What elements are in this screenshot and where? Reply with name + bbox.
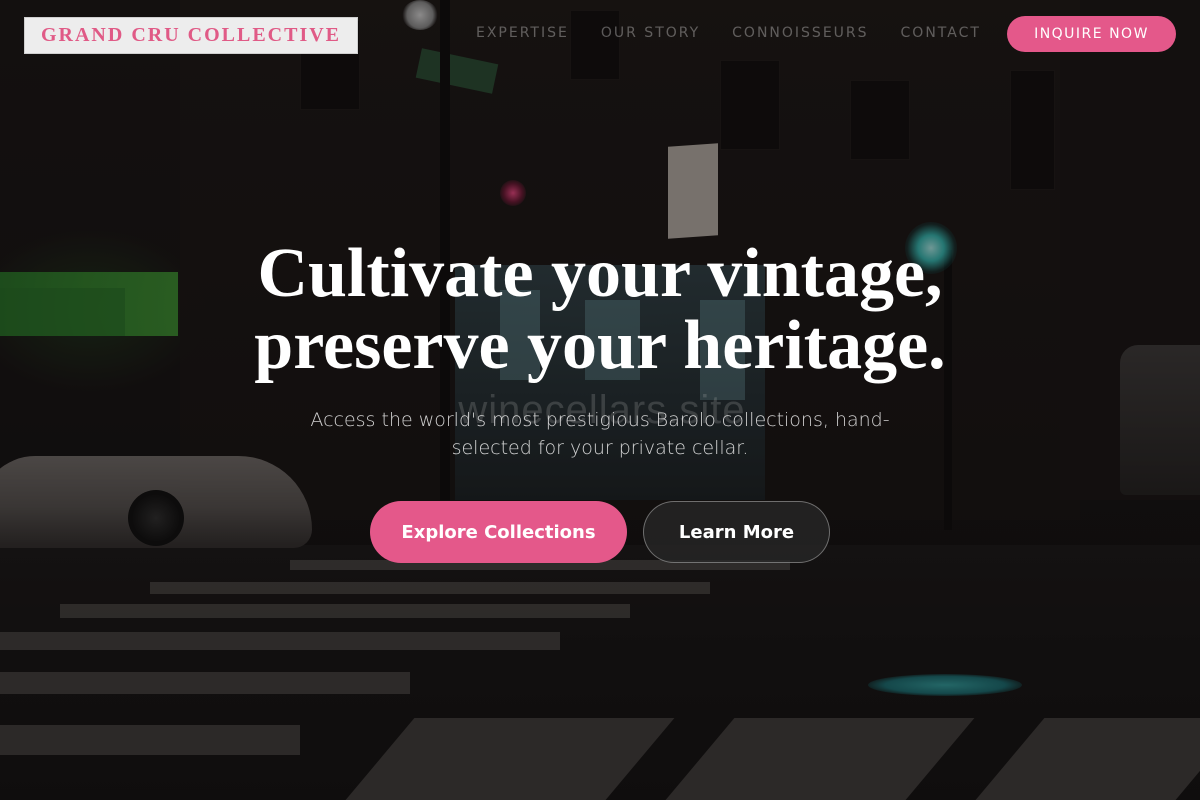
explore-collections-button[interactable]: Explore Collections <box>370 501 627 563</box>
nav-link-contact[interactable]: CONTACT <box>901 25 981 41</box>
hero-title-line-2: preserve your heritage. <box>254 307 946 384</box>
learn-more-button[interactable]: Learn More <box>643 501 830 563</box>
hero-subtitle: Access the world's most prestigious Baro… <box>310 409 890 459</box>
hero-background-image: winecellars.site <box>0 0 1200 800</box>
nav-links: EXPERTISE OUR STORY CONNOISSEURS CONTACT <box>476 25 1013 41</box>
nav-link-expertise[interactable]: EXPERTISE <box>476 25 569 41</box>
hero-title-line-1: Cultivate your vintage, <box>257 235 943 312</box>
nav-link-our-story[interactable]: OUR STORY <box>601 25 700 41</box>
inquire-now-button[interactable]: INQUIRE NOW <box>1007 16 1176 52</box>
brand-logo[interactable]: GRAND CRU COLLECTIVE <box>24 17 358 54</box>
nav-link-connoisseurs[interactable]: CONNOISSEURS <box>732 25 868 41</box>
hero-title: Cultivate your vintage, preserve your he… <box>0 238 1200 382</box>
